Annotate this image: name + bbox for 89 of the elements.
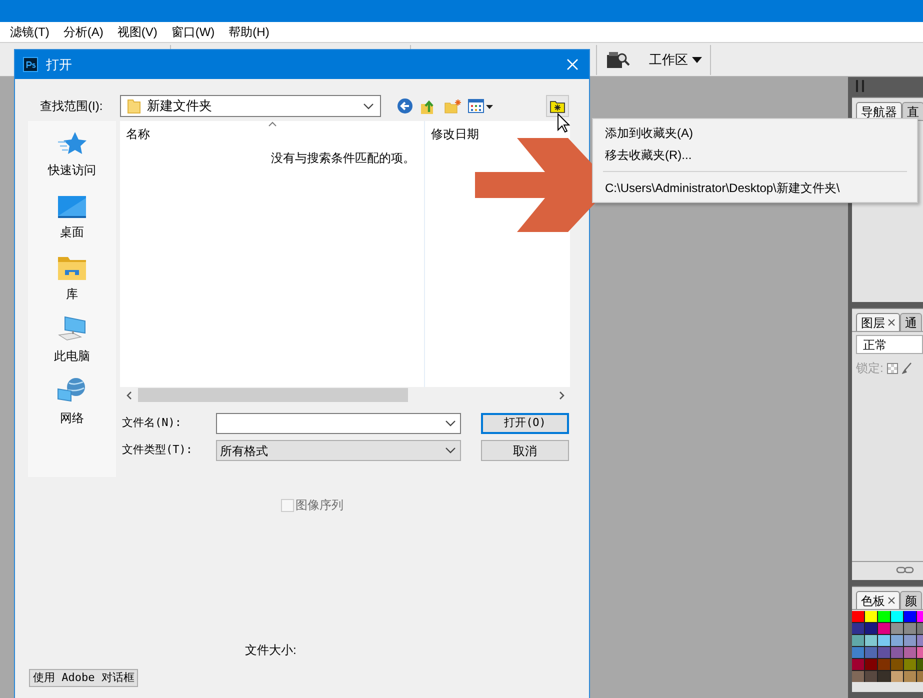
lock-transparency-icon[interactable] <box>887 362 898 374</box>
color-swatch[interactable] <box>865 671 877 682</box>
menu-item[interactable]: 添加到收藏夹(A) <box>593 122 917 144</box>
place-item[interactable]: 桌面 <box>60 223 84 241</box>
color-swatch[interactable] <box>865 611 877 622</box>
close-icon[interactable] <box>888 597 895 604</box>
panel-tab[interactable]: 图层 <box>856 313 900 331</box>
menu-item[interactable]: 视图(V) <box>117 23 158 41</box>
blend-mode-dropdown[interactable]: 正常 <box>856 335 923 354</box>
menu-item[interactable]: 窗口(W) <box>171 23 215 41</box>
color-swatch[interactable] <box>865 659 877 670</box>
color-swatch[interactable] <box>852 659 864 670</box>
file-size-label: 文件大小: <box>245 642 296 657</box>
panel-tab[interactable]: 直 <box>902 102 923 120</box>
dialog-title: 打开 <box>46 56 72 74</box>
color-swatch[interactable] <box>891 611 903 622</box>
workspace-button[interactable]: 工作区 <box>646 50 705 70</box>
lock-label: 锁定: <box>856 360 884 377</box>
color-swatch[interactable] <box>865 635 877 646</box>
folder-star-icon <box>550 100 565 112</box>
color-swatch[interactable] <box>852 647 864 658</box>
color-swatch[interactable] <box>904 671 916 682</box>
column-header[interactable]: 名称 <box>120 121 150 145</box>
app-icon <box>23 57 38 72</box>
menu-item[interactable]: 分析(A) <box>63 23 104 41</box>
dropdown-arrow-icon <box>692 57 702 63</box>
color-swatch[interactable] <box>878 611 890 622</box>
view-menu-icon[interactable] <box>468 99 494 113</box>
color-swatch[interactable] <box>891 635 903 646</box>
folder-icon <box>127 98 141 114</box>
scrollbar-thumb[interactable] <box>138 388 408 402</box>
file-type-dropdown[interactable]: 所有格式 <box>216 440 461 461</box>
color-swatch[interactable] <box>891 671 903 682</box>
place-item[interactable]: 快速访问 <box>48 161 96 179</box>
color-swatch[interactable] <box>891 659 903 670</box>
place-item[interactable]: 此电脑 <box>54 347 90 365</box>
menu-item[interactable]: 帮助(H) <box>228 23 270 41</box>
menu-item[interactable]: C:\Users\Administrator\Desktop\新建文件夹\ <box>593 177 917 199</box>
panel-tab[interactable]: 色板 <box>856 591 900 609</box>
empty-message: 没有与搜索条件匹配的项。 <box>271 150 416 167</box>
look-in-dropdown[interactable]: 新建文件夹 <box>120 95 381 117</box>
panel-grip[interactable] <box>856 80 864 92</box>
color-swatch[interactable] <box>878 623 890 634</box>
panel-tab[interactable]: 颜 <box>900 591 922 609</box>
color-swatch[interactable] <box>865 623 877 634</box>
color-swatch[interactable] <box>878 659 890 670</box>
file-name-field[interactable] <box>216 413 461 434</box>
menu-item[interactable]: 移去收藏夹(R)... <box>593 144 917 166</box>
favorites-button[interactable] <box>546 95 569 117</box>
link-icon[interactable] <box>896 566 914 574</box>
new-folder-icon[interactable] <box>444 98 461 114</box>
color-swatch[interactable] <box>904 611 916 622</box>
sort-ascending-icon <box>268 121 277 127</box>
look-in-label: 查找范围(I): <box>40 98 104 115</box>
chevron-down-icon <box>445 420 456 427</box>
color-swatch[interactable] <box>891 623 903 634</box>
back-icon[interactable] <box>397 98 413 114</box>
color-swatch[interactable] <box>878 635 890 646</box>
brush-icon[interactable] <box>902 362 912 374</box>
color-swatch[interactable] <box>904 647 916 658</box>
color-swatch[interactable] <box>865 647 877 658</box>
scroll-left-icon[interactable] <box>126 390 132 400</box>
color-swatch[interactable] <box>852 671 864 682</box>
scroll-right-icon[interactable] <box>559 390 565 400</box>
color-swatch[interactable] <box>904 623 916 634</box>
cancel-button[interactable]: 取消 <box>481 440 569 461</box>
up-folder-icon[interactable] <box>420 98 436 114</box>
place-item[interactable]: 库 <box>66 285 78 303</box>
panel-tab[interactable]: 通 <box>900 313 922 331</box>
image-sequence-label: 图像序列 <box>296 497 344 514</box>
column-header[interactable]: 修改日期 <box>425 121 479 145</box>
color-swatch[interactable] <box>904 659 916 670</box>
file-name-label: 文件名(N): <box>121 415 182 432</box>
place-item[interactable]: 网络 <box>60 409 84 427</box>
color-swatch[interactable] <box>852 611 864 622</box>
color-swatch[interactable] <box>878 671 890 682</box>
color-swatch[interactable] <box>852 635 864 646</box>
color-swatch[interactable] <box>891 647 903 658</box>
color-swatch[interactable] <box>852 623 864 634</box>
chevron-down-icon <box>445 447 456 454</box>
chevron-down-icon <box>363 102 374 110</box>
file-type-label: 文件类型(T): <box>121 442 194 458</box>
menu-item[interactable]: 滤镜(T) <box>10 23 50 41</box>
bridge-icon[interactable] <box>606 51 630 69</box>
open-button[interactable]: 打开(O) <box>481 413 569 434</box>
use-adobe-dialog-button[interactable]: 使用 Adobe 对话框 <box>29 669 138 687</box>
color-swatch[interactable] <box>904 635 916 646</box>
color-swatch[interactable] <box>878 647 890 658</box>
close-icon[interactable] <box>888 319 895 326</box>
